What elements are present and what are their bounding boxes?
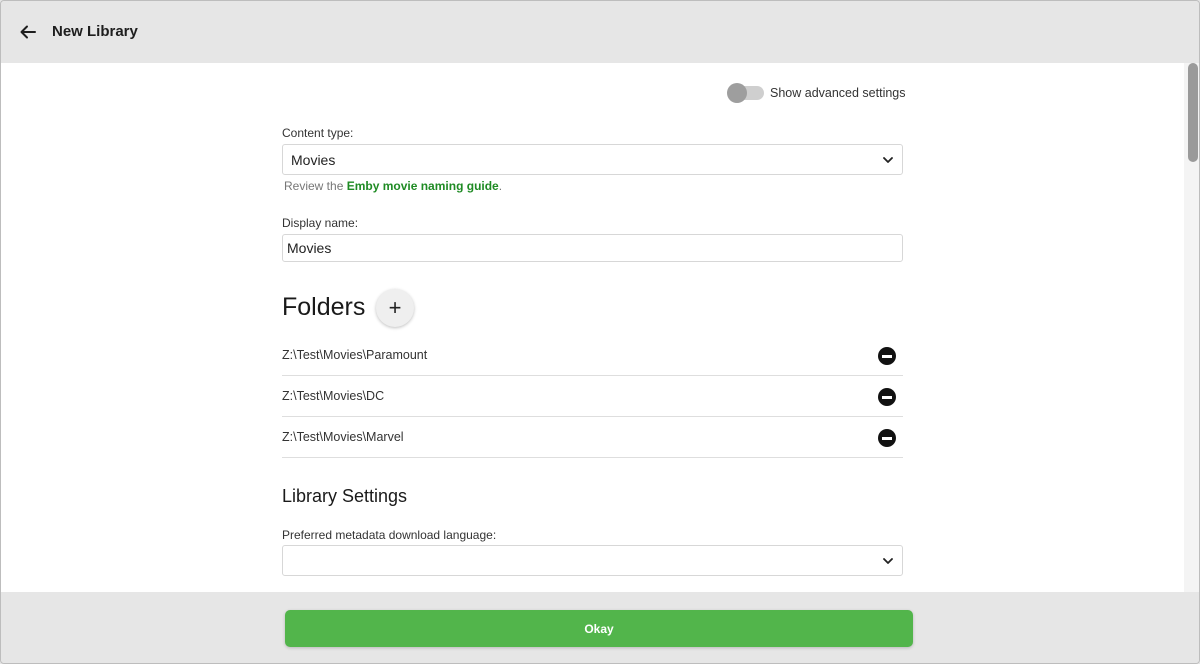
display-name-label: Display name: [282, 216, 359, 230]
content-type-select[interactable]: Movies [282, 144, 903, 175]
dialog-content[interactable]: Show advanced settings Content type: Mov… [1, 63, 1199, 592]
naming-guide-link[interactable]: Emby movie naming guide [347, 179, 499, 193]
folder-row: Z:\Test\Movies\DC [282, 376, 903, 417]
metadata-language-label: Preferred metadata download language: [282, 528, 497, 542]
plus-icon: + [388, 295, 402, 320]
library-settings-heading: Library Settings [282, 486, 408, 506]
folder-row: Z:\Test\Movies\Marvel [282, 417, 903, 458]
chevron-down-icon [883, 558, 893, 564]
display-name-input[interactable] [282, 234, 903, 262]
folder-path: Z:\Test\Movies\Marvel [282, 430, 404, 444]
remove-folder-icon[interactable] [878, 347, 896, 365]
metadata-language-select[interactable] [282, 545, 903, 576]
add-folder-button[interactable]: + [376, 289, 414, 327]
okay-button[interactable]: Okay [285, 610, 913, 647]
advanced-settings-toggle[interactable]: Show advanced settings [727, 83, 906, 103]
dialog-header: New Library [1, 1, 1199, 63]
content-type-label: Content type: [282, 126, 354, 140]
scrollbar[interactable] [1184, 63, 1199, 592]
dialog-footer: Okay [1, 592, 1199, 663]
folder-path: Z:\Test\Movies\Paramount [282, 348, 428, 362]
new-library-dialog: New Library Show advanced settings Conte… [0, 0, 1200, 664]
toggle-label: Show advanced settings [770, 86, 906, 100]
remove-folder-icon[interactable] [878, 429, 896, 447]
remove-folder-icon[interactable] [878, 388, 896, 406]
scrollbar-thumb[interactable] [1188, 63, 1198, 162]
naming-guide-hint: Review the Emby movie naming guide. [284, 179, 502, 193]
chevron-down-icon [883, 157, 893, 163]
dialog-title: New Library [52, 23, 138, 40]
back-button[interactable] [11, 18, 45, 46]
hint-suffix: . [498, 179, 503, 193]
toggle-switch[interactable] [727, 83, 764, 103]
arrow-left-icon [20, 25, 36, 39]
toggle-knob [727, 83, 747, 103]
folder-path: Z:\Test\Movies\DC [282, 389, 385, 403]
folders-heading: Folders [282, 293, 366, 321]
content-type-value: Movies [291, 151, 336, 168]
hint-prefix: Review the [284, 179, 347, 193]
folder-row: Z:\Test\Movies\Paramount [282, 335, 903, 376]
